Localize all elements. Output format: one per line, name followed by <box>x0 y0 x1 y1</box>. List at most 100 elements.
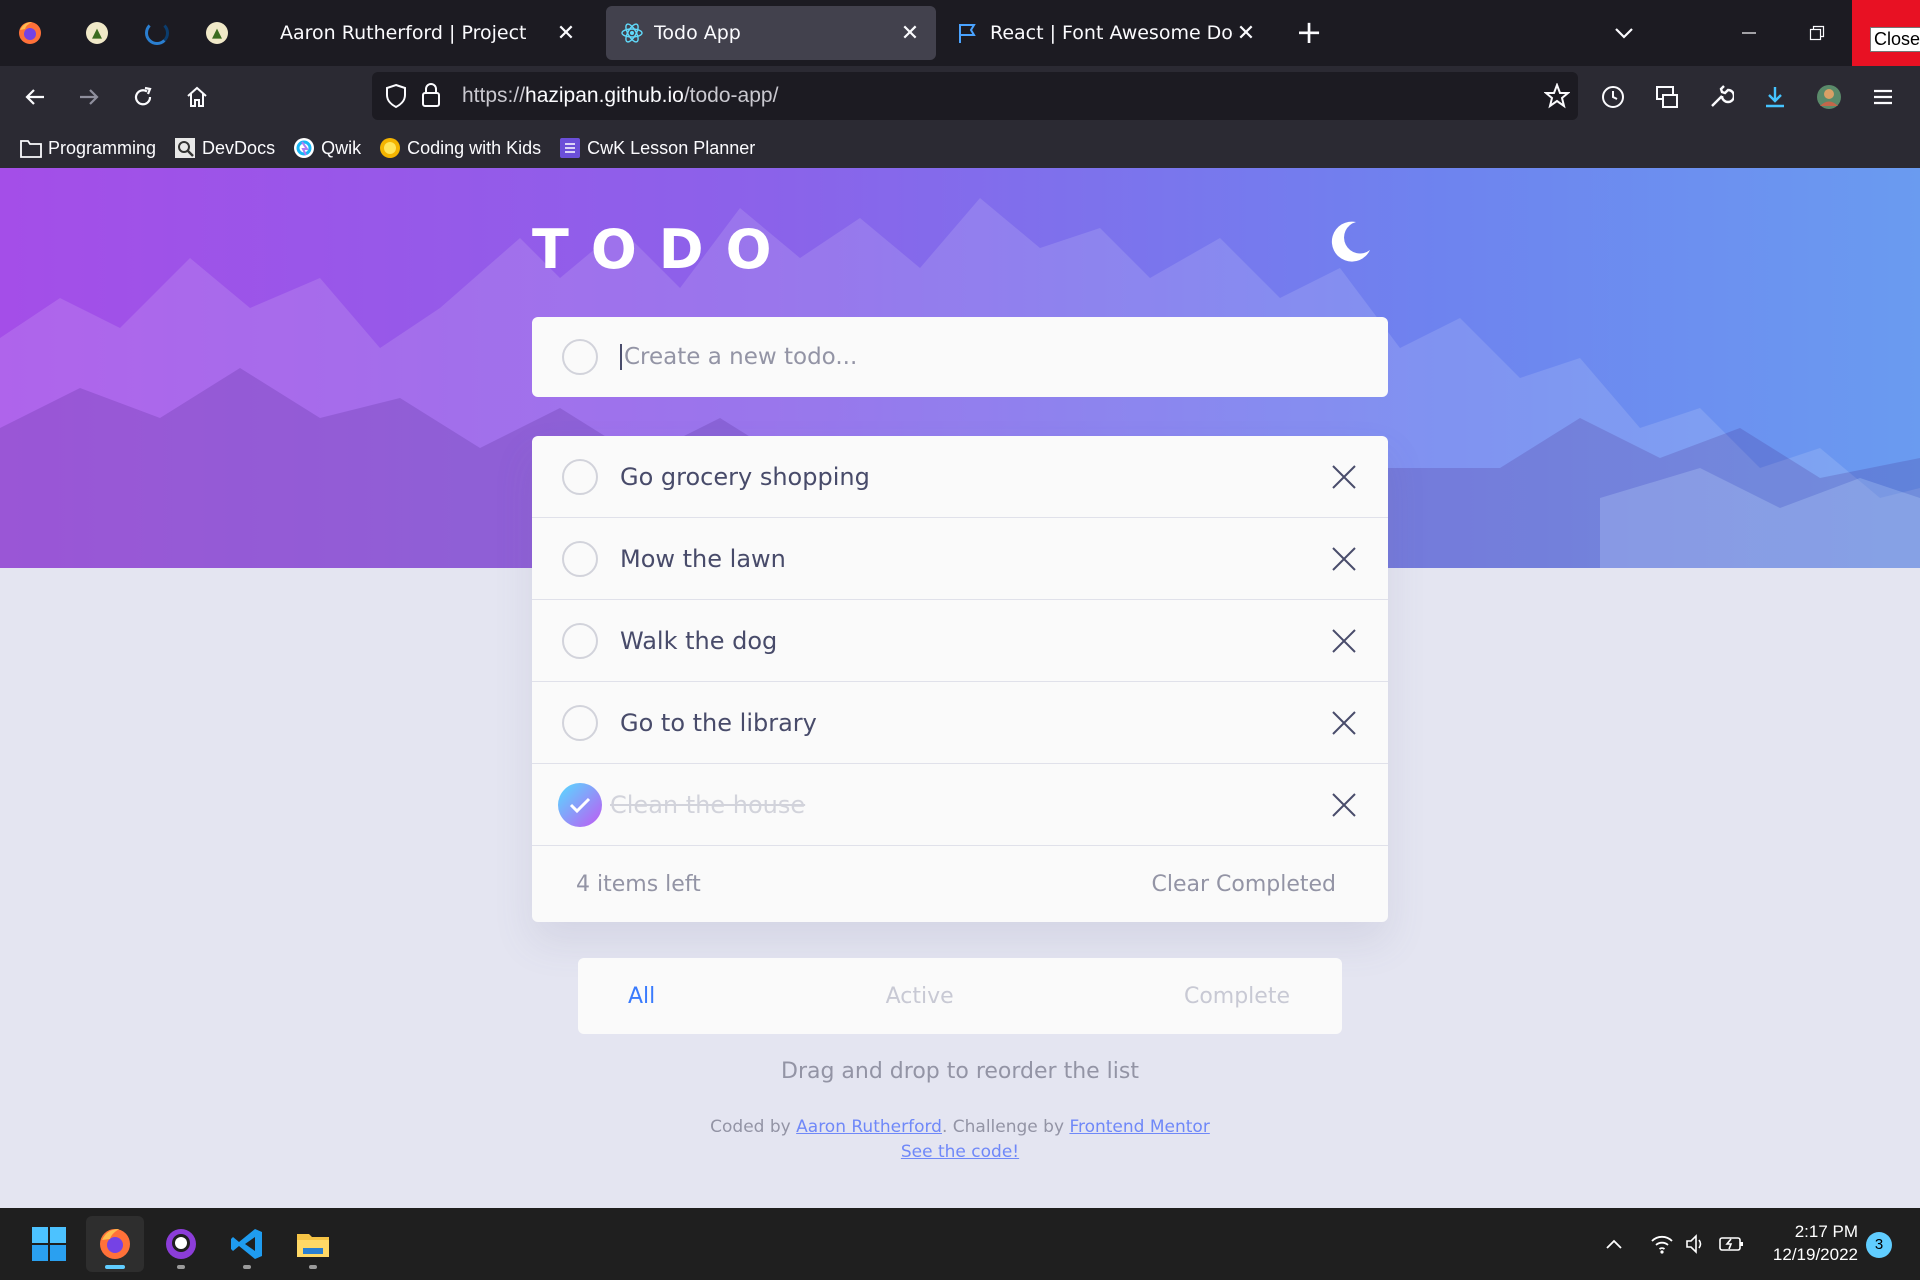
todo-checkbox[interactable] <box>562 704 598 741</box>
taskbar-file-explorer[interactable] <box>284 1216 342 1272</box>
bookmark-coding-with-kids[interactable]: Coding with Kids <box>379 137 541 159</box>
close-icon[interactable]: ✕ <box>898 21 922 46</box>
bookmark-devdocs[interactable]: DevDocs <box>174 137 275 159</box>
list-footer: 4 items left Clear Completed <box>532 846 1388 922</box>
menu-icon[interactable] <box>1866 80 1900 114</box>
close-icon[interactable]: ✕ <box>1234 21 1258 46</box>
see-code-link[interactable]: See the code! <box>901 1142 1019 1162</box>
react-icon <box>621 23 643 43</box>
notification-badge[interactable]: 3 <box>1866 1232 1892 1258</box>
start-button[interactable] <box>20 1216 78 1272</box>
close-icon[interactable] <box>1330 545 1358 573</box>
shield-icon[interactable] <box>384 83 408 109</box>
new-tab-button[interactable]: + <box>1294 16 1324 48</box>
url-scheme: https:// <box>462 84 526 107</box>
moon-icon[interactable] <box>1326 218 1372 264</box>
history-icon[interactable] <box>1596 80 1630 114</box>
running-indicator <box>177 1265 185 1269</box>
back-icon[interactable] <box>18 80 52 114</box>
close-tooltip: Close <box>1870 27 1920 52</box>
devdocs-icon <box>174 137 196 159</box>
profile-avatar-icon[interactable] <box>1812 80 1846 114</box>
bookmark-label: Qwik <box>321 137 362 158</box>
forward-icon[interactable] <box>72 80 106 114</box>
restore-button[interactable] <box>1782 0 1852 66</box>
bookmark-label: DevDocs <box>202 137 276 158</box>
system-clock[interactable]: 2:17 PM 12/19/2022 <box>1754 1220 1858 1266</box>
filter-active[interactable]: Active <box>886 984 954 1009</box>
todo-checkbox[interactable] <box>562 540 598 577</box>
frontend-mentor-link[interactable]: Frontend Mentor <box>1069 1117 1209 1137</box>
new-todo-checkbox[interactable] <box>562 339 598 375</box>
credits: Coded by Aaron Rutherford. Challenge by … <box>0 1115 1920 1165</box>
synced-tabs-icon[interactable] <box>1650 80 1684 114</box>
download-icon[interactable] <box>1758 80 1792 114</box>
minimize-button[interactable] <box>1714 0 1784 66</box>
folder-icon <box>20 137 42 159</box>
close-icon[interactable] <box>1330 791 1358 819</box>
star-icon[interactable] <box>1544 83 1570 109</box>
close-icon[interactable] <box>1330 627 1358 655</box>
credits-text: Coded by <box>710 1117 797 1137</box>
todo-checkbox[interactable] <box>562 458 598 495</box>
running-indicator <box>243 1265 251 1269</box>
author-link[interactable]: Aaron Rutherford <box>796 1117 942 1137</box>
todo-item[interactable]: Go to the library <box>532 682 1388 764</box>
pinned-tab-tree-2[interactable]: ▲ <box>200 18 234 48</box>
firefox-view-icon[interactable] <box>12 18 48 48</box>
pinned-tab-tree[interactable]: ▲ <box>80 18 114 48</box>
credits-text: . Challenge by <box>941 1117 1070 1137</box>
todo-item[interactable]: Walk the dog <box>532 600 1388 682</box>
todo-list: Go grocery shopping Mow the lawn Walk th… <box>532 436 1388 922</box>
url-text[interactable]: https://hazipan.github.io/todo-app/ <box>462 84 778 108</box>
navigation-toolbar: https://hazipan.github.io/todo-app/ <box>0 66 1920 128</box>
taskbar-github-desktop[interactable] <box>152 1216 210 1272</box>
home-icon[interactable] <box>180 80 214 114</box>
tree-icon: ▲ <box>86 22 108 44</box>
checkmark-icon[interactable] <box>558 782 602 827</box>
bookmark-qwik[interactable]: Qwik <box>293 137 361 159</box>
tab-label: Aaron Rutherford | Project <box>280 22 527 44</box>
todo-text: Go grocery shopping <box>620 462 870 491</box>
volume-icon[interactable] <box>1682 1230 1710 1258</box>
wrench-icon[interactable] <box>1704 80 1738 114</box>
todo-item-completed[interactable]: Clean the house <box>532 764 1388 846</box>
taskbar-vscode[interactable] <box>218 1216 276 1272</box>
reload-icon[interactable] <box>126 80 160 114</box>
close-icon[interactable]: ✕ <box>554 21 578 46</box>
bookmark-cwk-lesson-planner[interactable]: CwK Lesson Planner <box>559 137 755 159</box>
new-todo-input[interactable] <box>620 344 1320 370</box>
ring-icon <box>145 21 169 45</box>
url-path: /todo-app/ <box>683 84 779 107</box>
battery-icon[interactable] <box>1718 1230 1746 1258</box>
tab-aaron-rutherford[interactable]: Aaron Rutherford | Project ✕ <box>266 6 592 60</box>
chevron-down-icon[interactable] <box>1610 20 1638 46</box>
bookmark-programming[interactable]: Programming <box>20 137 156 159</box>
taskbar-firefox[interactable] <box>86 1216 144 1272</box>
url-bar[interactable]: https://hazipan.github.io/todo-app/ <box>372 72 1578 120</box>
chevron-up-icon[interactable] <box>1600 1230 1628 1258</box>
clock-date: 12/19/2022 <box>1772 1245 1858 1264</box>
tab-label: React | Font Awesome Docs <box>990 22 1234 44</box>
close-icon[interactable] <box>1330 463 1358 491</box>
wifi-icon[interactable] <box>1648 1230 1676 1258</box>
filter-all[interactable]: All <box>628 984 655 1009</box>
todo-text: Clean the house <box>610 790 806 819</box>
filter-bar: All Active Complete <box>578 958 1342 1034</box>
pinned-tab-ring[interactable] <box>140 18 174 48</box>
bookmark-label: CwK Lesson Planner <box>587 137 756 158</box>
todo-checkbox[interactable] <box>562 622 598 659</box>
filter-complete[interactable]: Complete <box>1184 984 1290 1009</box>
file-explorer-icon <box>297 1234 329 1257</box>
tab-font-awesome-docs[interactable]: React | Font Awesome Docs ✕ <box>942 6 1272 60</box>
taskbar: 2:17 PM 12/19/2022 3 <box>0 1208 1920 1280</box>
lock-icon[interactable] <box>420 82 442 108</box>
firefox-icon <box>100 1229 130 1259</box>
todo-item[interactable]: Mow the lawn <box>532 518 1388 600</box>
close-icon[interactable] <box>1330 709 1358 737</box>
todo-item[interactable]: Go grocery shopping <box>532 436 1388 518</box>
tab-todo-app[interactable]: Todo App ✕ <box>606 6 936 60</box>
running-indicator <box>309 1265 317 1269</box>
clear-completed-button[interactable]: Clear Completed <box>1151 872 1336 897</box>
lesson-planner-icon <box>559 137 581 159</box>
